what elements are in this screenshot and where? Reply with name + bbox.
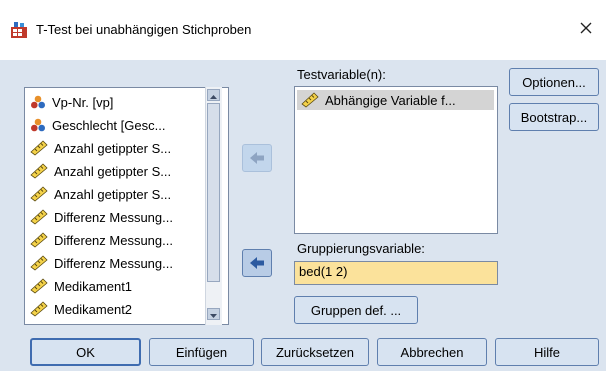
nominal-icon <box>31 118 45 132</box>
scale-icon <box>30 232 48 248</box>
list-item[interactable]: Geschlecht [Gesc... <box>30 115 210 135</box>
list-item-label: Medikament2 <box>54 301 133 317</box>
arrow-left-icon <box>250 257 264 269</box>
bootstrap-button[interactable]: Bootstrap... <box>509 103 599 131</box>
scroll-up-button[interactable] <box>207 89 220 101</box>
list-item-label: Anzahl getippter S... <box>54 140 172 156</box>
list-item[interactable]: Differenz Messung... <box>30 207 210 227</box>
nominal-icon <box>31 95 45 109</box>
move-to-grouping-variable-button[interactable] <box>242 249 272 277</box>
scrollbar-thumb[interactable] <box>207 103 220 282</box>
scale-icon <box>301 92 319 108</box>
scale-icon <box>30 140 48 156</box>
list-item[interactable]: Anzahl getippter S... <box>30 138 210 158</box>
list-item[interactable]: Anzahl getippter S... <box>30 161 210 181</box>
list-item-label: Differenz Messung... <box>54 209 173 225</box>
list-item-label: Differenz Messung... <box>54 232 173 248</box>
source-variable-list[interactable]: Vp-Nr. [vp] Geschlecht [Gesc... Anzahl g… <box>24 87 229 325</box>
scale-icon <box>30 186 48 202</box>
list-item[interactable]: Abhängige Variable f... <box>297 90 494 110</box>
spss-app-icon <box>11 22 27 38</box>
list-item[interactable]: Medikament2 <box>30 299 210 319</box>
chevron-down-icon <box>210 314 217 318</box>
ok-button[interactable]: OK <box>30 338 141 366</box>
reset-button[interactable]: Zurücksetzen <box>261 338 369 366</box>
cancel-button[interactable]: Abbrechen <box>377 338 487 366</box>
list-item[interactable]: Vp-Nr. [vp] <box>30 92 210 112</box>
list-item-label: Medikament1 <box>54 278 133 294</box>
scale-icon <box>30 301 48 317</box>
title-bar: T-Test bei unabhängigen Stichproben <box>0 0 606 60</box>
help-button[interactable]: Hilfe <box>495 338 599 366</box>
list-item-label: Differenz Messung... <box>54 255 173 271</box>
scale-icon <box>30 163 48 179</box>
chevron-up-icon <box>210 95 217 99</box>
grouping-variable-field[interactable]: bed(1 2) <box>294 261 498 285</box>
list-item-label: Abhängige Variable f... <box>325 92 456 108</box>
close-icon[interactable] <box>576 18 596 38</box>
scale-icon <box>30 209 48 225</box>
list-item-label: Vp-Nr. [vp] <box>52 94 114 110</box>
scroll-down-button[interactable] <box>207 308 220 320</box>
window-title: T-Test bei unabhängigen Stichproben <box>36 22 252 37</box>
paste-button[interactable]: Einfügen <box>149 338 254 366</box>
arrow-left-icon <box>250 152 264 164</box>
test-variables-label: Testvariable(n): <box>297 67 386 82</box>
list-item[interactable]: Differenz Messung... <box>30 253 210 273</box>
list-item-label: Anzahl getippter S... <box>54 163 172 179</box>
list-item[interactable]: Medikament1 <box>30 276 210 296</box>
scale-icon <box>30 255 48 271</box>
define-groups-button[interactable]: Gruppen def. ... <box>294 296 418 324</box>
move-to-test-variables-button[interactable] <box>242 144 272 172</box>
options-button[interactable]: Optionen... <box>509 68 599 96</box>
list-item[interactable]: Differenz Messung... <box>30 230 210 250</box>
test-variables-list[interactable]: Abhängige Variable f... <box>294 86 498 234</box>
scale-icon <box>30 278 48 294</box>
grouping-variable-label: Gruppierungsvariable: <box>297 241 425 256</box>
list-item-label: Anzahl getippter S... <box>54 186 172 202</box>
list-item-label: Geschlecht [Gesc... <box>52 117 166 133</box>
list-item[interactable]: Anzahl getippter S... <box>30 184 210 204</box>
